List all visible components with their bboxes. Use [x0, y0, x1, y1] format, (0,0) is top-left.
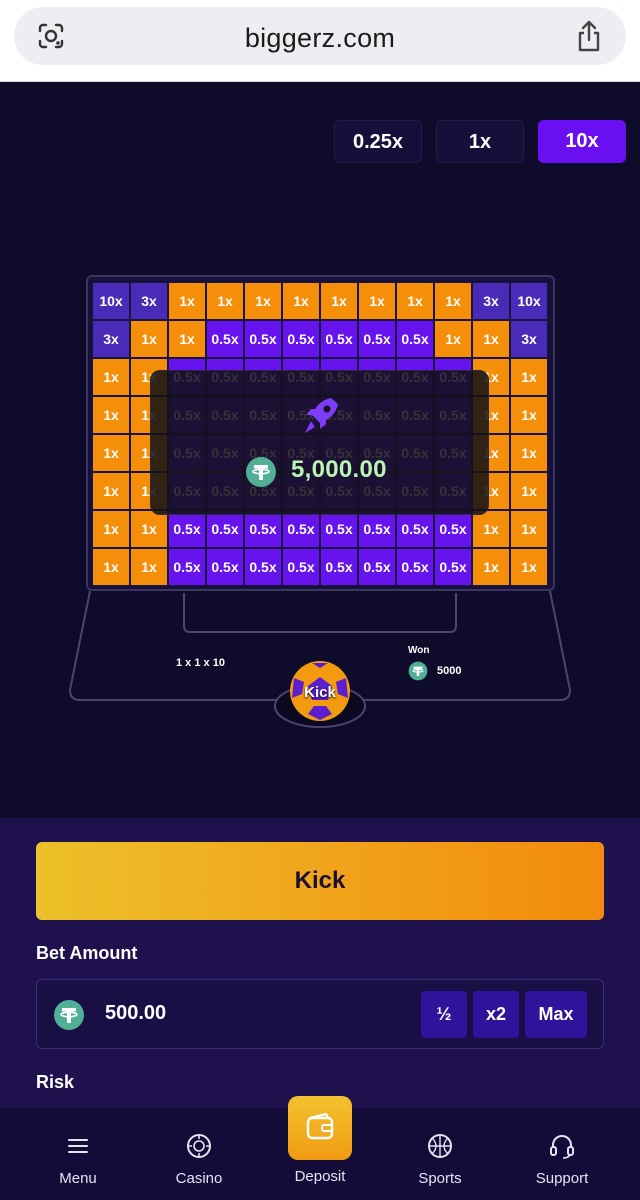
tether-coin-icon — [408, 661, 428, 681]
grid-cell: 1x — [92, 472, 130, 510]
nav-sports-label: Sports — [418, 1170, 462, 1187]
wallet-icon — [306, 1112, 334, 1140]
grid-cell: 0.5x — [244, 510, 282, 548]
nav-casino[interactable]: Casino — [144, 1132, 254, 1187]
grid-cell: 0.5x — [244, 548, 282, 586]
grid-cell: 1x — [510, 510, 548, 548]
kick-button[interactable]: Kick — [36, 842, 604, 920]
grid-cell: 0.5x — [320, 320, 358, 358]
multiplier-option-10x[interactable]: 10x — [538, 120, 626, 163]
grid-cell: 1x — [92, 396, 130, 434]
nav-support[interactable]: Support — [507, 1132, 617, 1187]
grid-cell: 1x — [130, 510, 168, 548]
grid-cell: 1x — [472, 320, 510, 358]
bet-amount-value[interactable]: 500.00 — [105, 1002, 166, 1025]
grid-cell: 0.5x — [320, 548, 358, 586]
casino-chip-icon — [187, 1134, 211, 1158]
won-label: Won — [408, 645, 430, 656]
nav-menu[interactable]: Menu — [23, 1132, 133, 1187]
grid-cell: 0.5x — [168, 548, 206, 586]
grid-cell: 3x — [92, 320, 130, 358]
grid-cell: 1x — [396, 282, 434, 320]
grid-cell: 0.5x — [396, 320, 434, 358]
grid-cell: 3x — [472, 282, 510, 320]
nav-deposit-label: Deposit — [294, 1168, 346, 1185]
deposit-button[interactable] — [288, 1096, 352, 1160]
grid-cell: 1x — [510, 472, 548, 510]
grid-cell: 1x — [320, 282, 358, 320]
grid-cell: 1x — [168, 282, 206, 320]
grid-cell: 0.5x — [434, 548, 472, 586]
grid-cell: 1x — [130, 548, 168, 586]
grid-cell: 1x — [92, 548, 130, 586]
rocket-icon — [305, 398, 338, 433]
nav-support-label: Support — [535, 1170, 589, 1187]
bet-amount-label: Bet Amount — [36, 943, 138, 963]
multiplier-option-0-25x[interactable]: 0.25x — [334, 120, 422, 163]
grid-cell: 10x — [510, 282, 548, 320]
grid-cell: 0.5x — [320, 510, 358, 548]
half-bet-button[interactable]: ½ — [421, 991, 467, 1038]
hamburger-icon — [68, 1139, 88, 1153]
kick-ball[interactable]: Kick — [274, 660, 366, 728]
grid-cell: 1x — [130, 320, 168, 358]
grid-cell: 1x — [434, 320, 472, 358]
won-value: 5000 — [437, 665, 462, 677]
grid-cell: 1x — [92, 434, 130, 472]
tether-coin-icon — [246, 457, 276, 487]
grid-cell: 0.5x — [358, 320, 396, 358]
kick-ball-label: Kick — [304, 684, 336, 701]
grid-cell: 1x — [510, 434, 548, 472]
grid-cell: 1x — [92, 510, 130, 548]
grid-cell: 0.5x — [282, 320, 320, 358]
headset-icon — [550, 1135, 574, 1159]
grid-cell: 1x — [434, 282, 472, 320]
grid-cell: 1x — [358, 282, 396, 320]
multiplier-info: 1 x 1 x 10 — [176, 657, 225, 669]
nav-casino-label: Casino — [175, 1170, 223, 1187]
grid-cell: 0.5x — [358, 510, 396, 548]
grid-cell: 0.5x — [282, 548, 320, 586]
grid-cell: 0.5x — [358, 548, 396, 586]
grid-cell: 10x — [92, 282, 130, 320]
double-bet-button[interactable]: x2 — [473, 991, 519, 1038]
max-bet-button[interactable]: Max — [525, 991, 587, 1038]
tether-coin-icon — [54, 1000, 84, 1030]
win-overlay: 5,000.00 — [150, 370, 489, 515]
grid-cell: 1x — [510, 548, 548, 586]
bet-amount-field[interactable]: 500.00 ½ x2 Max — [36, 979, 604, 1049]
win-amount: 5,000.00 — [291, 456, 387, 483]
grid-cell: 0.5x — [206, 548, 244, 586]
grid-cell: 1x — [168, 320, 206, 358]
risk-label: Risk — [36, 1072, 75, 1092]
multiplier-option-1x[interactable]: 1x — [436, 120, 524, 163]
address-bar[interactable]: biggerz.com — [14, 7, 626, 65]
grid-cell: 0.5x — [434, 510, 472, 548]
bottom-nav: Menu Casino Deposit Sports Support — [0, 1096, 640, 1200]
grid-cell: 1x — [472, 510, 510, 548]
grid-cell: 3x — [130, 282, 168, 320]
grid-cell: 3x — [510, 320, 548, 358]
grid-cell: 0.5x — [396, 548, 434, 586]
grid-cell: 1x — [472, 548, 510, 586]
grid-cell: 1x — [206, 282, 244, 320]
nav-sports[interactable]: Sports — [385, 1132, 495, 1187]
grid-cell: 1x — [92, 358, 130, 396]
grid-cell: 1x — [282, 282, 320, 320]
basketball-icon — [428, 1134, 452, 1158]
browser-bar: biggerz.com — [0, 0, 640, 82]
bet-panel: Kick Bet Amount 500.00 ½ x2 Max Risk — [0, 818, 640, 1108]
grid-cell: 0.5x — [244, 320, 282, 358]
grid-cell: 1x — [244, 282, 282, 320]
grid-cell: 0.5x — [282, 510, 320, 548]
share-icon[interactable] — [574, 19, 604, 53]
url-text[interactable]: biggerz.com — [14, 23, 626, 54]
grid-cell: 1x — [510, 358, 548, 396]
grid-cell: 0.5x — [206, 510, 244, 548]
grid-cell: 0.5x — [168, 510, 206, 548]
grid-cell: 0.5x — [206, 320, 244, 358]
nav-menu-label: Menu — [59, 1170, 97, 1187]
grid-cell: 1x — [510, 396, 548, 434]
grid-cell: 0.5x — [396, 510, 434, 548]
